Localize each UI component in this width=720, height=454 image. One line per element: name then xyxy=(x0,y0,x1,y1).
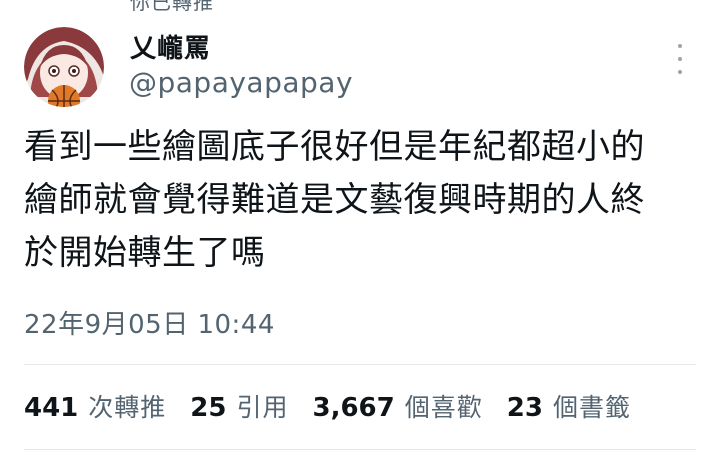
likes-count: 3,667 xyxy=(312,393,395,423)
tweet-text-line: 看到一些繪圖底子很好但是年紀都超小的 xyxy=(24,127,645,167)
engagement-stats: 441 次轉推 25 引用 3,667 個喜歡 23 個書籤 xyxy=(24,388,655,424)
author-handle[interactable]: @papayapapay xyxy=(129,66,353,99)
avatar[interactable] xyxy=(24,27,104,107)
retweets-stat[interactable]: 441 次轉推 xyxy=(24,388,166,424)
more-options-button[interactable] xyxy=(668,42,692,76)
divider xyxy=(24,449,696,450)
bookmarks-stat[interactable]: 23 個書籤 xyxy=(507,388,631,424)
bookmarks-count: 23 xyxy=(506,393,543,423)
quotes-stat[interactable]: 25 引用 xyxy=(190,388,288,424)
quotes-count: 25 xyxy=(190,393,227,423)
author-display-name[interactable]: 乂巄罵 xyxy=(130,28,211,65)
vertical-ellipsis-icon xyxy=(678,57,682,61)
tweet-detail: 你已轉推 乂巄罵 @papayapapay 看到一些繪圖底子很好但是年紀都超小的… xyxy=(0,0,720,454)
quotes-label: 引用 xyxy=(236,393,289,422)
likes-stat[interactable]: 3,667 個喜歡 xyxy=(313,388,483,424)
tweet-text-line: 繪師就會覺得難道是文藝復興時期的人終 xyxy=(24,180,645,220)
tweet-text-line: 於開始轉生了嗎 xyxy=(24,233,266,273)
vertical-ellipsis-icon xyxy=(678,70,682,74)
divider xyxy=(24,364,696,365)
anime-girl-avatar-icon xyxy=(24,27,104,107)
likes-label: 個喜歡 xyxy=(404,393,483,422)
retweets-count: 441 xyxy=(24,393,79,423)
retweets-label: 次轉推 xyxy=(88,393,167,422)
vertical-ellipsis-icon xyxy=(678,44,682,48)
tweet-timestamp[interactable]: 22年9月05日 10:44 xyxy=(24,304,275,341)
tweet-text: 看到一些繪圖底子很好但是年紀都超小的 繪師就會覺得難道是文藝復興時期的人終 於開… xyxy=(24,121,694,280)
retweet-context: 你已轉推 xyxy=(130,0,214,14)
bookmarks-label: 個書籤 xyxy=(552,393,631,422)
